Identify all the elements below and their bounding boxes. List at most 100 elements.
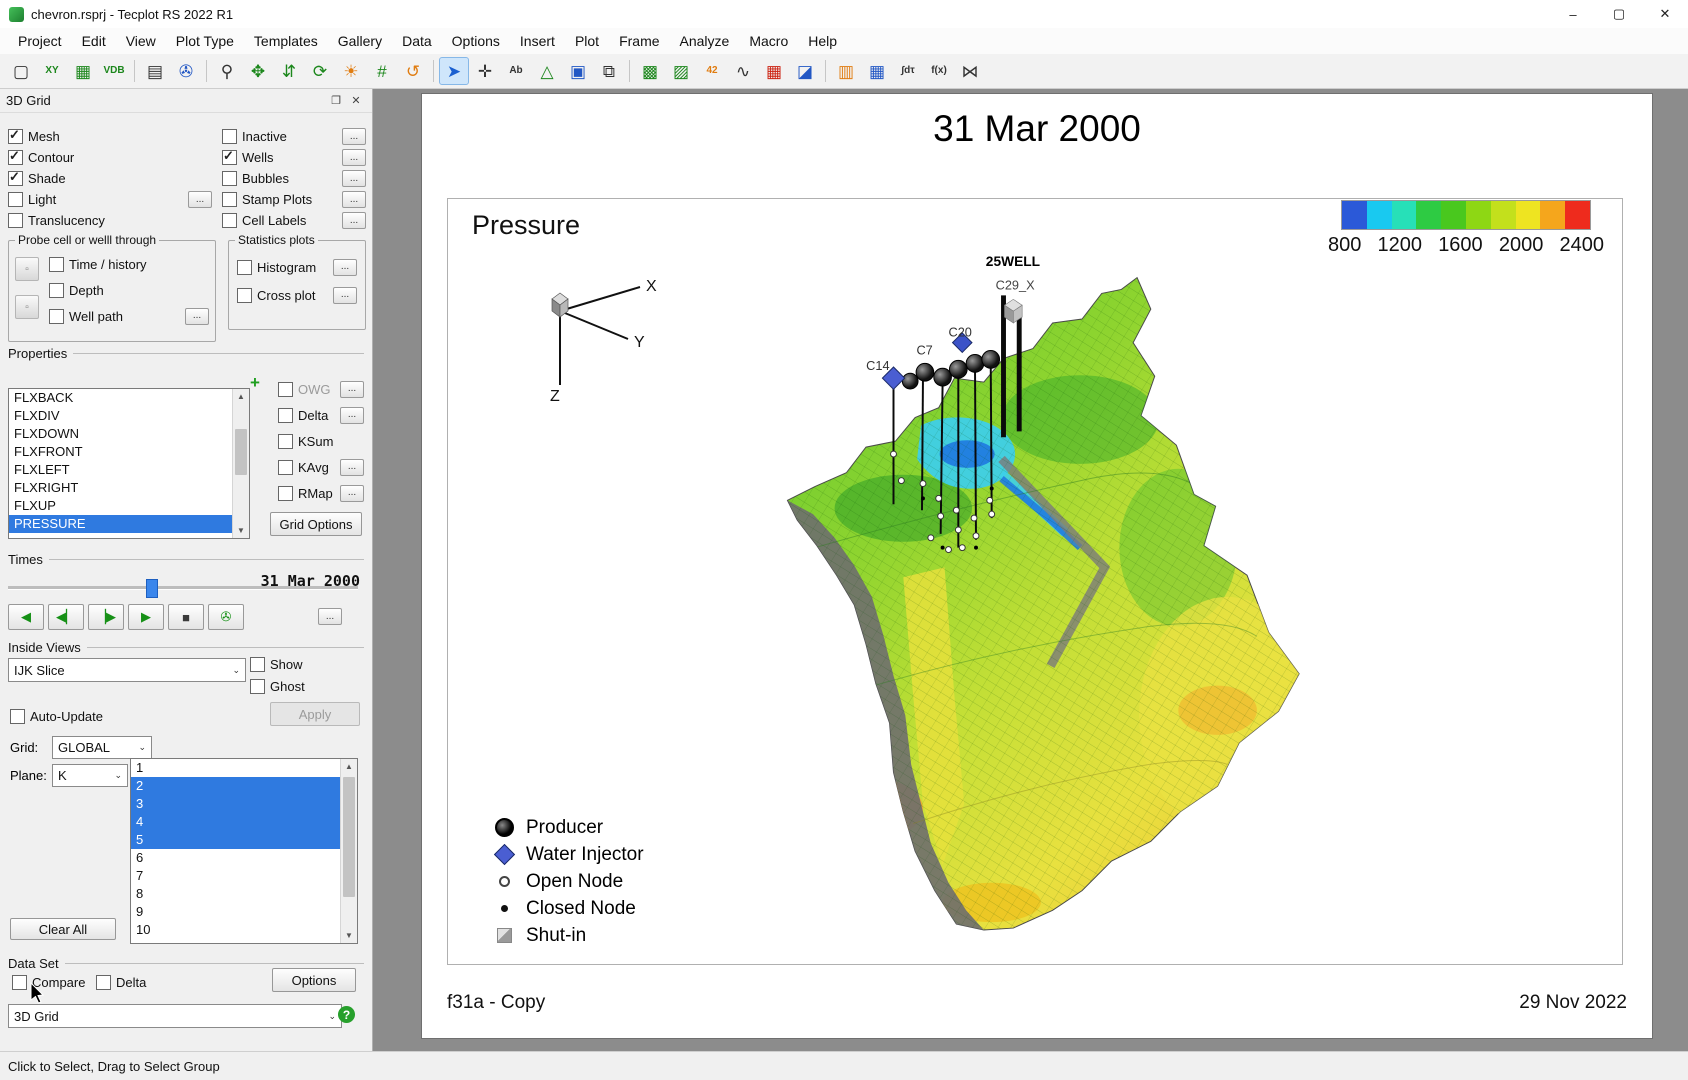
inactive-checkbox[interactable]: Inactive [222, 129, 287, 144]
grid-dropdown[interactable]: GLOBAL ⌄ [52, 736, 152, 759]
more-options-button[interactable]: ... [342, 149, 366, 166]
scroll-down-icon[interactable]: ▼ [233, 523, 249, 538]
select-tool-button[interactable]: ➤ [439, 57, 469, 85]
new-file-button[interactable]: ▢ [6, 57, 36, 85]
plane-item[interactable]: 6 [131, 849, 340, 867]
more-options-button[interactable]: ... [188, 191, 212, 208]
close-button[interactable]: ✕ [1642, 0, 1688, 28]
times-more-button[interactable]: ... [318, 608, 342, 625]
cell-labels-checkbox[interactable]: Cell Labels [222, 213, 306, 228]
plane-item[interactable]: 10 [131, 921, 340, 939]
plane-item[interactable]: 1 [131, 759, 340, 777]
property-item[interactable]: FLXRIGHT [9, 479, 232, 497]
inside-views-dropdown[interactable]: IJK Slice ⌄ [8, 658, 246, 682]
well-path-checkbox[interactable]: Well path [49, 309, 123, 324]
separator[interactable] [821, 57, 830, 85]
adjust-tool-button[interactable]: ✛ [470, 57, 500, 85]
geometry-tool-button[interactable]: △ [532, 57, 562, 85]
zone-style-button[interactable]: ▩ [635, 57, 665, 85]
plane-item[interactable]: 9 [131, 903, 340, 921]
menu-help[interactable]: Help [798, 30, 847, 52]
property-item[interactable]: FLXFRONT [9, 443, 232, 461]
streamtrace-button[interactable]: ∿ [728, 57, 758, 85]
menu-templates[interactable]: Templates [244, 30, 328, 52]
snap-grid-button[interactable]: # [367, 57, 397, 85]
owg-checkbox[interactable]: OWG [278, 382, 331, 397]
panel-undock-button[interactable]: ❐ [326, 94, 346, 107]
separator[interactable] [202, 57, 211, 85]
menu-gallery[interactable]: Gallery [328, 30, 392, 52]
vdb-plot-button[interactable]: VDB [99, 57, 129, 85]
more-options-button[interactable]: ... [333, 287, 357, 304]
shade-checkbox[interactable]: Shade [8, 171, 66, 186]
menu-plot[interactable]: Plot [565, 30, 609, 52]
help-button[interactable]: ? [338, 1006, 355, 1023]
axis-tool-button[interactable]: ⇵ [274, 57, 304, 85]
frame-type-dropdown[interactable]: 3D Grid ⌄ [8, 1004, 342, 1028]
scrollbar-thumb[interactable] [343, 777, 355, 897]
grid-plot-button[interactable]: ▦ [68, 57, 98, 85]
paste-frame-button[interactable]: ⧉ [594, 57, 624, 85]
chart-frames-button[interactable]: ▥ [831, 57, 861, 85]
add-property-button[interactable]: + [250, 374, 260, 391]
clear-all-button[interactable]: Clear All [10, 918, 116, 940]
probe-well-icon[interactable]: ▫ [15, 295, 39, 319]
play-button[interactable]: ▶ [128, 604, 164, 630]
stamp-plots-checkbox[interactable]: Stamp Plots [222, 192, 312, 207]
plot-frame[interactable]: 31 Mar 2000 Pressure [422, 94, 1652, 1038]
property-item[interactable]: FLXDIV [9, 407, 232, 425]
depth-checkbox[interactable]: Depth [49, 283, 104, 298]
more-options-button[interactable]: ... [342, 212, 366, 229]
histogram-checkbox[interactable]: Histogram [237, 260, 316, 275]
plane-scrollbar[interactable]: ▲ ▼ [340, 759, 357, 943]
save-button[interactable]: ✇ [171, 57, 201, 85]
plane-item[interactable]: 4 [131, 813, 340, 831]
contour-checkbox[interactable]: Contour [8, 150, 74, 165]
more-options-button[interactable]: ... [342, 191, 366, 208]
mesh-checkbox[interactable]: Mesh [8, 129, 60, 144]
lighting-button[interactable]: ☀ [336, 57, 366, 85]
options-button[interactable]: Options [272, 968, 356, 992]
menu-view[interactable]: View [116, 30, 166, 52]
light-checkbox[interactable]: Light [8, 192, 56, 207]
rmap-checkbox[interactable]: RMap [278, 486, 333, 501]
scroll-up-icon[interactable]: ▲ [341, 759, 357, 774]
property-item[interactable]: FLXLEFT [9, 461, 232, 479]
more-options-button[interactable]: ... [340, 485, 364, 502]
separator[interactable] [130, 57, 139, 85]
auto-update-checkbox[interactable]: Auto-Update [10, 709, 103, 724]
animate-export-button[interactable]: ✇ [208, 604, 244, 630]
slice-tool-button[interactable]: ◪ [790, 57, 820, 85]
plane-item[interactable]: 5 [131, 831, 340, 849]
kavg-checkbox[interactable]: KAvg [278, 460, 329, 475]
stop-button[interactable]: ■ [168, 604, 204, 630]
property-item[interactable]: FLXDOWN [9, 425, 232, 443]
menu-frame[interactable]: Frame [609, 30, 669, 52]
mesh-button[interactable]: ▦ [759, 57, 789, 85]
fit-view-button[interactable]: ✥ [243, 57, 273, 85]
separator[interactable] [625, 57, 634, 85]
workspace-canvas[interactable]: 31 Mar 2000 Pressure [372, 88, 1688, 1052]
scroll-down-icon[interactable]: ▼ [341, 928, 357, 943]
more-options-button[interactable]: ... [340, 407, 364, 424]
delta-property-checkbox[interactable]: Delta [278, 408, 328, 423]
step-forward-button[interactable]: ▕▶ [88, 604, 124, 630]
translucency-checkbox[interactable]: Translucency [8, 213, 105, 228]
zoom-tool-button[interactable]: ⚲ [212, 57, 242, 85]
properties-scrollbar[interactable]: ▲ ▼ [232, 389, 249, 538]
menu-insert[interactable]: Insert [510, 30, 565, 52]
redraw-button[interactable]: ↺ [398, 57, 428, 85]
plane-item[interactable]: 3 [131, 795, 340, 813]
menu-options[interactable]: Options [442, 30, 510, 52]
menu-project[interactable]: Project [8, 30, 72, 52]
probe-cell-icon[interactable]: ▫ [15, 257, 39, 281]
ksum-checkbox[interactable]: KSum [278, 434, 333, 449]
menu-plot-type[interactable]: Plot Type [166, 30, 244, 52]
time-history-checkbox[interactable]: Time / history [49, 257, 147, 272]
step-back-button[interactable]: ◀▏ [48, 604, 84, 630]
print-button[interactable]: ▤ [140, 57, 170, 85]
delta-checkbox[interactable]: Delta [96, 975, 146, 990]
separator[interactable] [429, 57, 438, 85]
more-options-button[interactable]: ... [342, 128, 366, 145]
more-options-button[interactable]: ... [340, 381, 364, 398]
